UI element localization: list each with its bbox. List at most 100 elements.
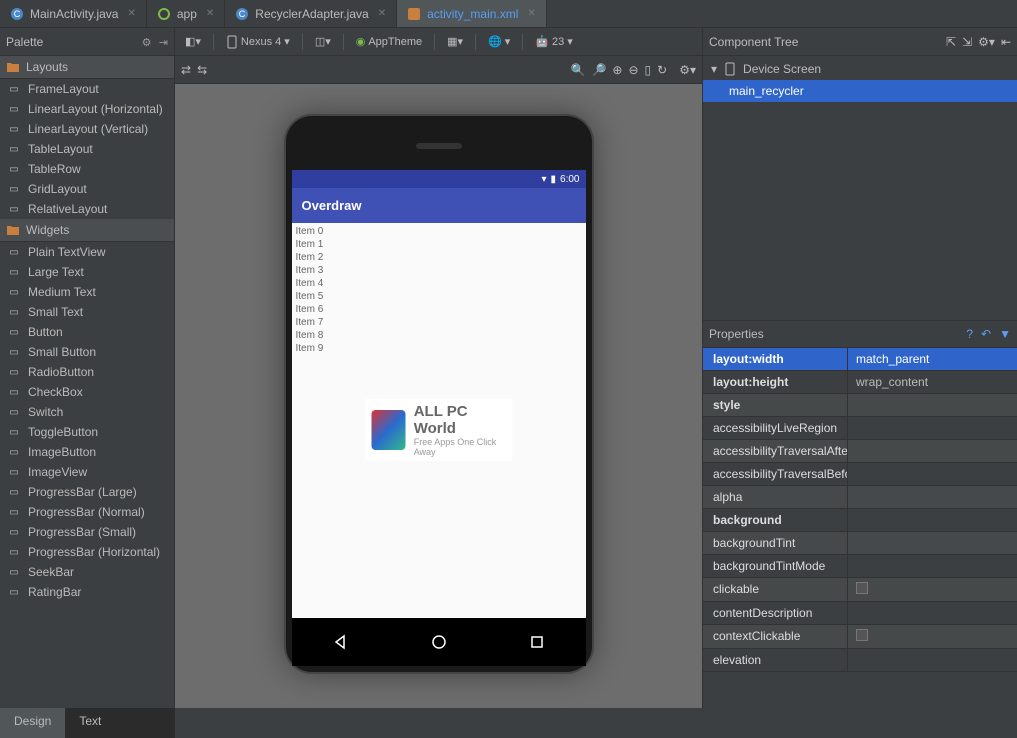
zoom-in-icon[interactable]: ⊕ — [612, 63, 622, 77]
property-row[interactable]: contentDescription — [703, 602, 1017, 625]
palette-item[interactable]: ▭Small Text — [0, 302, 174, 322]
palette-item[interactable]: ▭ImageView — [0, 462, 174, 482]
recents-icon[interactable] — [528, 633, 546, 651]
property-row[interactable]: backgroundTintMode — [703, 555, 1017, 578]
property-row[interactable]: accessibilityTraversalAfter — [703, 440, 1017, 463]
palette-item[interactable]: ▭TableLayout — [0, 139, 174, 159]
palette-item[interactable]: ▭CheckBox — [0, 382, 174, 402]
gear-icon[interactable]: ⚙▾ — [978, 35, 995, 49]
palette-item[interactable]: ▭SeekBar — [0, 562, 174, 582]
property-value[interactable] — [848, 440, 1017, 462]
palette-item[interactable]: ▭Small Button — [0, 342, 174, 362]
settings-icon[interactable]: ⚙▾ — [679, 63, 696, 77]
palette-item[interactable]: ▭GridLayout — [0, 179, 174, 199]
palette-item[interactable]: ▭TableRow — [0, 159, 174, 179]
property-value[interactable] — [848, 625, 1017, 648]
device-screen[interactable]: ▾ ▮ 6:00 Overdraw Item 0Item 1Item 2Item… — [292, 170, 586, 618]
palette-item[interactable]: ▭RatingBar — [0, 582, 174, 602]
palette-group[interactable]: Widgets — [0, 219, 174, 242]
home-icon[interactable] — [430, 633, 448, 651]
palette-item[interactable]: ▭Button — [0, 322, 174, 342]
palette-item[interactable]: ▭ProgressBar (Large) — [0, 482, 174, 502]
refresh-icon[interactable]: ↻ — [657, 63, 667, 77]
property-row[interactable]: contextClickable — [703, 625, 1017, 649]
tab-mainactivity[interactable]: C MainActivity.java ✕ — [0, 0, 147, 27]
property-value[interactable] — [848, 532, 1017, 554]
expand-all-icon[interactable]: ⇱ — [946, 35, 956, 49]
toggle-view-icon[interactable]: ◧▾ — [181, 33, 205, 50]
tree-item-main-recycler[interactable]: main_recycler — [703, 80, 1017, 102]
palette-item[interactable]: ▭LinearLayout (Vertical) — [0, 119, 174, 139]
property-value[interactable] — [848, 417, 1017, 439]
palette-item[interactable]: ▭RadioButton — [0, 362, 174, 382]
palette-item[interactable]: ▭ToggleButton — [0, 422, 174, 442]
property-row[interactable]: elevation — [703, 649, 1017, 672]
palette-item[interactable]: ▭Switch — [0, 402, 174, 422]
screenshot-icon[interactable]: ▯ — [645, 63, 652, 77]
palette-item[interactable]: ▭ImageButton — [0, 442, 174, 462]
tab-design[interactable]: Design — [0, 708, 65, 738]
checkbox[interactable] — [856, 629, 868, 641]
property-value[interactable] — [848, 602, 1017, 624]
help-icon[interactable]: ? — [966, 327, 973, 341]
property-value[interactable] — [848, 555, 1017, 577]
property-row[interactable]: style — [703, 394, 1017, 417]
device-selector[interactable]: Nexus 4▾ — [222, 33, 294, 51]
palette-item[interactable]: ▭ProgressBar (Small) — [0, 522, 174, 542]
palette-item[interactable]: ▭FrameLayout — [0, 79, 174, 99]
property-row[interactable]: clickable — [703, 578, 1017, 602]
hide-icon[interactable]: ⇤ — [1001, 35, 1011, 49]
palette-item[interactable]: ▭ProgressBar (Horizontal) — [0, 542, 174, 562]
property-row[interactable]: layout:widthmatch_parent — [703, 348, 1017, 371]
variant-icon[interactable]: ▦▾ — [443, 33, 467, 50]
expand-icon[interactable]: ⇄ — [181, 63, 191, 77]
palette-item[interactable]: ▭RelativeLayout — [0, 199, 174, 219]
collapse-icon[interactable]: ⇥ — [159, 37, 168, 49]
property-value[interactable] — [848, 649, 1017, 671]
theme-selector[interactable]: ◉AppTheme — [352, 33, 426, 50]
property-row[interactable]: backgroundTint — [703, 532, 1017, 555]
property-row[interactable]: alpha — [703, 486, 1017, 509]
close-icon[interactable]: ✕ — [127, 8, 135, 19]
palette-item[interactable]: ▭Plain TextView — [0, 242, 174, 262]
property-value[interactable] — [848, 578, 1017, 601]
gear-icon[interactable]: ⚙ — [142, 37, 152, 49]
api-selector[interactable]: 🤖23▾ — [531, 33, 576, 50]
palette-group[interactable]: Layouts — [0, 56, 174, 79]
palette-item[interactable]: ▭Medium Text — [0, 282, 174, 302]
filter-icon[interactable]: ▼ — [999, 327, 1011, 341]
zoom-actual-icon[interactable]: 🔎 — [591, 63, 606, 77]
palette-item[interactable]: ▭LinearLayout (Horizontal) — [0, 99, 174, 119]
undo-icon[interactable]: ↶ — [981, 327, 991, 341]
property-row[interactable]: accessibilityLiveRegion — [703, 417, 1017, 440]
close-icon[interactable]: ✕ — [527, 8, 535, 19]
widget-icon: ▭ — [6, 182, 22, 196]
close-icon[interactable]: ✕ — [378, 8, 386, 19]
tab-app[interactable]: app ✕ — [147, 0, 225, 27]
property-value[interactable] — [848, 463, 1017, 485]
tab-recycleradapter[interactable]: C RecyclerAdapter.java ✕ — [225, 0, 397, 27]
close-icon[interactable]: ✕ — [206, 8, 214, 19]
tab-text[interactable]: Text — [65, 708, 115, 738]
shrink-icon[interactable]: ⇆ — [197, 63, 207, 77]
property-value[interactable] — [848, 509, 1017, 531]
property-row[interactable]: accessibilityTraversalBefore — [703, 463, 1017, 486]
palette-item-label: RadioButton — [28, 365, 94, 379]
property-row[interactable]: background — [703, 509, 1017, 532]
palette-item[interactable]: ▭Large Text — [0, 262, 174, 282]
orientation-icon[interactable]: ◫▾ — [311, 33, 335, 50]
property-row[interactable]: layout:heightwrap_content — [703, 371, 1017, 394]
property-value[interactable] — [848, 486, 1017, 508]
tree-root[interactable]: ▾ Device Screen — [703, 58, 1017, 80]
zoom-fit-icon[interactable]: 🔍 — [571, 63, 586, 77]
palette-item[interactable]: ▭ProgressBar (Normal) — [0, 502, 174, 522]
property-value[interactable]: match_parent — [848, 348, 1017, 370]
property-value[interactable] — [848, 394, 1017, 416]
collapse-all-icon[interactable]: ⇲ — [962, 35, 972, 49]
tab-activity-main[interactable]: activity_main.xml ✕ — [397, 0, 547, 27]
checkbox[interactable] — [856, 582, 868, 594]
property-value[interactable]: wrap_content — [848, 371, 1017, 393]
back-icon[interactable] — [332, 633, 350, 651]
zoom-out-icon[interactable]: ⊖ — [628, 63, 638, 77]
locale-icon[interactable]: 🌐▾ — [484, 33, 514, 50]
